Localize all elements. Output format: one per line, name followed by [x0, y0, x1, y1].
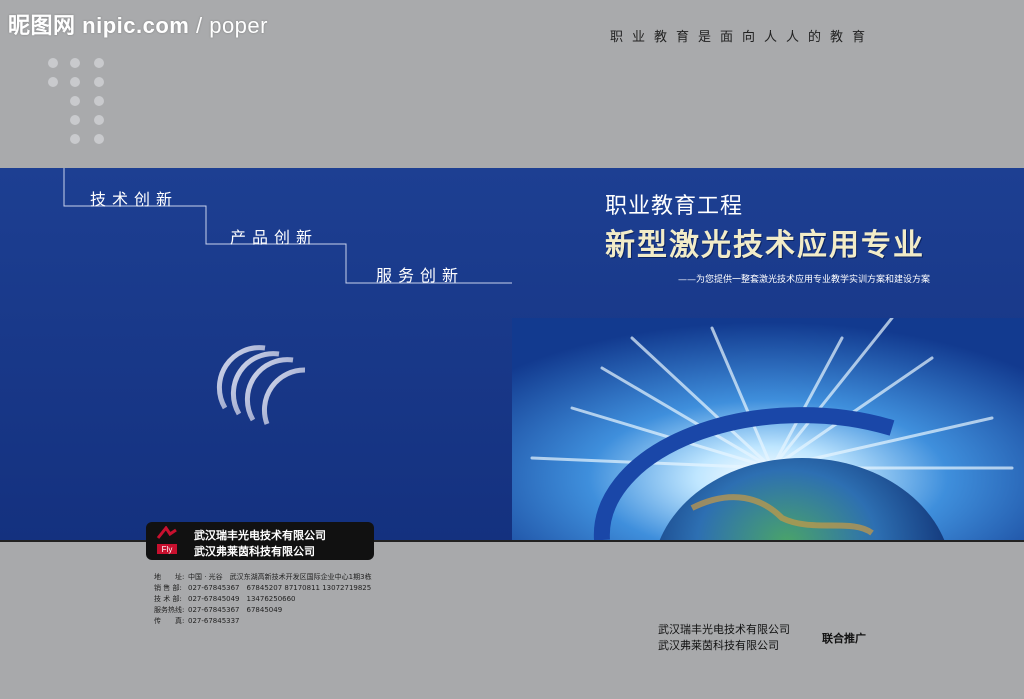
company-logo-icon	[156, 526, 177, 539]
subtitle: ——为您提供一整套激光技术应用专业教学实训方案和建设方案	[678, 275, 931, 285]
earth-light-image	[512, 318, 1024, 540]
title-small: 职业教育工程	[605, 194, 744, 219]
contact-info: 地 址: 中国 · 光谷 武汉东湖高新技术开发区国际企业中心1期3栋 销 售 部:…	[154, 572, 372, 627]
watermark-user: poper	[209, 13, 268, 38]
company-name-1: 武汉瑞丰光电技术有限公司	[194, 529, 326, 542]
title-big: 新型激光技术应用专业	[605, 228, 925, 263]
company-name-2: 武汉弗莱茵科技有限公司	[194, 545, 315, 558]
promoter-company-1: 武汉瑞丰光电技术有限公司	[658, 623, 790, 636]
contact-address: 地 址: 中国 · 光谷 武汉东湖高新技术开发区国际企业中心1期3栋	[154, 573, 372, 581]
company-logo-icon-2: Fly	[157, 544, 177, 554]
watermark-slash: /	[195, 13, 203, 38]
contact-sales: 销 售 部: 027-67845367 67845207 87170811 130…	[154, 584, 372, 592]
contact-hotline: 服务热线: 027-67845367 67845049	[154, 606, 283, 614]
svg-text:Fly: Fly	[162, 545, 173, 554]
company-logo-box: Fly 武汉瑞丰光电技术有限公司 武汉弗莱茵科技有限公司	[146, 522, 374, 560]
promoter-company-2: 武汉弗莱茵科技有限公司	[658, 639, 779, 652]
contact-fax: 传 真: 027-67845337	[154, 617, 240, 625]
joint-promotion-label: 联合推广	[822, 632, 866, 645]
step-product-innovation: 产品创新	[230, 228, 319, 247]
watermark-brand: 昵图网	[8, 13, 76, 38]
arc-emblem-icon	[216, 345, 306, 425]
promoter-companies: 武汉瑞丰光电技术有限公司 武汉弗莱茵科技有限公司	[658, 622, 790, 654]
step-technology-innovation: 技术创新	[90, 190, 179, 209]
earth-globe-icon	[512, 318, 1024, 540]
decorative-dots	[48, 58, 108, 148]
step-service-innovation: 服务创新	[376, 266, 465, 285]
contact-tech: 技 术 部: 027-67845049 13476250660	[154, 595, 296, 603]
watermark: 昵图网 nipic.com / poper	[8, 8, 268, 40]
tagline: 职业教育是面向人人的教育	[610, 30, 875, 45]
watermark-site: nipic.com	[82, 13, 190, 38]
blue-band: 技术创新 产品创新 服务创新 职业教育工程 新型激光技术应用专业 ——为您提供一…	[0, 168, 1024, 540]
